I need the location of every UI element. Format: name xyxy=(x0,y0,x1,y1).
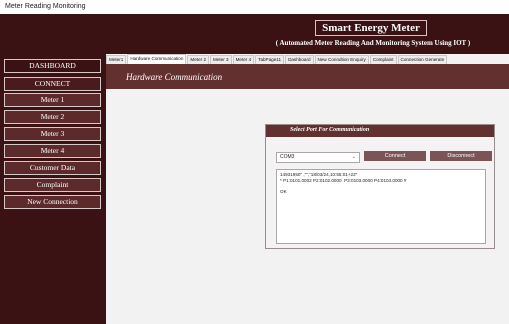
sidebar-item-customer-data[interactable]: Customer Data xyxy=(4,161,101,175)
page-header: Hardware Communication xyxy=(106,64,509,89)
sidebar-item-new-connection[interactable]: New Connection xyxy=(4,195,101,209)
tab-tabpage11[interactable]: TabPage11 xyxy=(255,55,285,64)
sidebar-item-meter-3[interactable]: Meter 3 xyxy=(4,127,101,141)
sidebar-item-meter-4[interactable]: Meter 4 xyxy=(4,144,101,158)
app-header xyxy=(0,14,509,54)
tab-content: Hardware Communication Select Port For C… xyxy=(106,64,509,324)
tab-connection-generate[interactable]: Connection Generate xyxy=(397,55,448,64)
sidebar-item-meter-2[interactable]: Meter 2 xyxy=(4,110,101,124)
app-title: Smart Energy Meter xyxy=(315,20,427,36)
app-subtitle: ( Automated Meter Reading And Monitoring… xyxy=(275,39,471,47)
tab-strip: Meter1 Hardware Communication Meter 2 Me… xyxy=(106,54,509,64)
panel-header: Select Port For Communication xyxy=(266,125,494,137)
sidebar-item-complaint[interactable]: Complaint xyxy=(4,178,101,192)
tab-complaint[interactable]: Complaint xyxy=(369,55,397,64)
port-select[interactable]: COM3 ⌄ xyxy=(276,152,360,163)
tab-hardware-communication[interactable]: Hardware Communication xyxy=(127,54,187,64)
window-title: Meter Reading Monitoring xyxy=(0,0,509,14)
chevron-down-icon[interactable]: ⌄ xyxy=(352,153,356,162)
tab-meter-4[interactable]: Meter 4 xyxy=(232,55,255,64)
connect-button[interactable]: Connect xyxy=(364,151,426,161)
sidebar-item-connect[interactable]: CONNECT xyxy=(4,77,101,91)
tab-meter-2[interactable]: Meter 2 xyxy=(187,55,209,64)
port-select-value: COM3 xyxy=(280,154,295,160)
page-title: Hardware Communication xyxy=(126,72,223,82)
panel-title: Select Port For Communication xyxy=(290,127,370,133)
tab-meter1[interactable]: Meter1 xyxy=(106,55,127,64)
port-panel: Select Port For Communication COM3 ⌄ Con… xyxy=(265,124,495,249)
sidebar-item-dashboard[interactable]: DASHBOARD xyxy=(4,59,101,73)
disconnect-button[interactable]: Disconnect xyxy=(430,151,492,161)
sidebar: DASHBOARD CONNECT Meter 1 Meter 2 Meter … xyxy=(0,54,106,324)
tab-dashboard[interactable]: Dashboard xyxy=(285,55,314,64)
tab-meter-3[interactable]: Meter 3 xyxy=(210,55,232,64)
sidebar-item-meter-1[interactable]: Meter 1 xyxy=(4,93,101,107)
serial-log[interactable]: 14931950" ,"","18/03/24,10:55:01+22" * P1… xyxy=(276,169,486,244)
log-line: OK xyxy=(280,188,287,194)
tab-new-connection-enquiry[interactable]: New Conndtion Enquiry xyxy=(314,55,369,64)
